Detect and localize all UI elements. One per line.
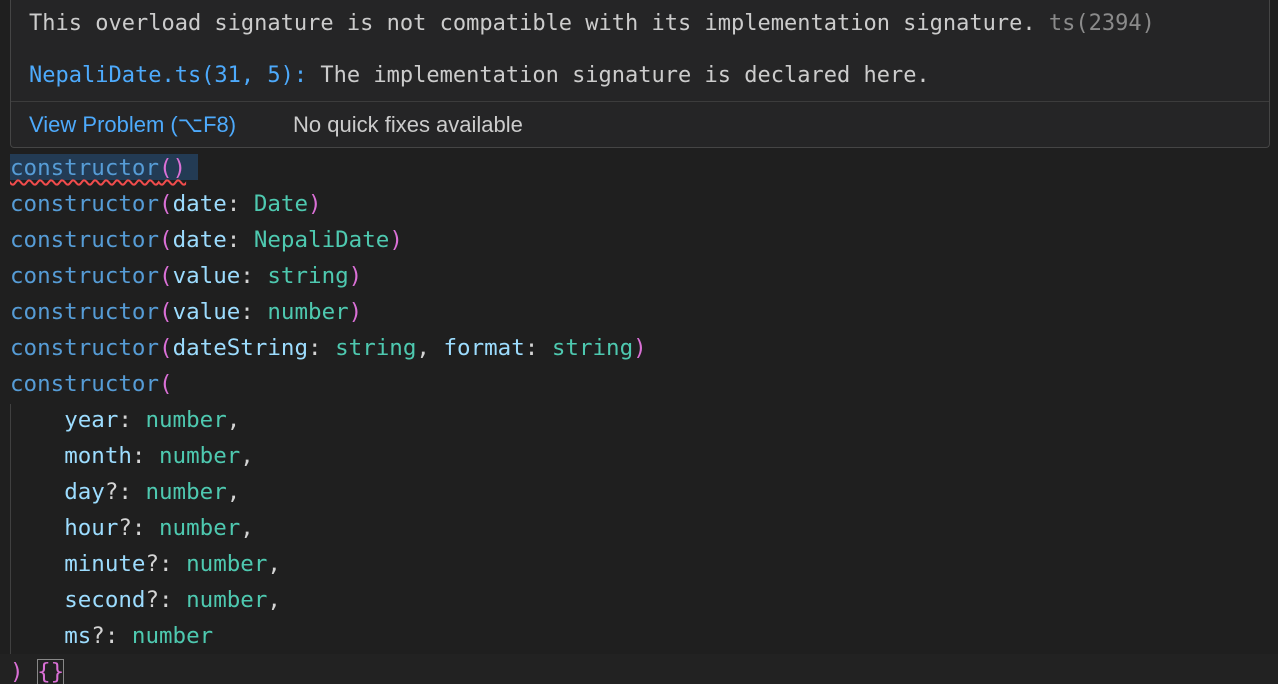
- paren: ): [10, 659, 24, 684]
- param-type: string: [267, 263, 349, 289]
- paren: (: [159, 299, 173, 325]
- code-line[interactable]: constructor(value: string): [10, 258, 362, 294]
- current-line-highlight: [0, 654, 1278, 684]
- code-line[interactable]: ms?: number: [10, 618, 213, 654]
- param-type: number: [186, 587, 268, 613]
- param-name: hour: [64, 515, 119, 541]
- constructor-keyword: constructor: [10, 155, 160, 181]
- constructor-keyword: constructor: [10, 191, 160, 217]
- param-type: NepaliDate: [253, 227, 390, 253]
- param-name: day: [64, 479, 105, 505]
- paren: (: [159, 263, 173, 289]
- constructor-keyword: constructor: [10, 371, 160, 397]
- param-type: number: [267, 299, 349, 325]
- param-type: string: [551, 335, 634, 361]
- param-name: format: [443, 335, 525, 361]
- code-line[interactable]: second?: number,: [10, 582, 281, 618]
- param-name: second: [64, 587, 146, 613]
- param-name: dateString: [172, 335, 309, 361]
- param-type: number: [145, 407, 227, 433]
- view-problem-button[interactable]: View Problem (⌥F8): [29, 102, 236, 148]
- constructor-keyword: constructor: [10, 335, 160, 361]
- no-quick-fixes-label: No quick fixes available: [293, 112, 523, 137]
- hover-status-bar: View Problem (⌥F8) No quick fixes availa…: [11, 101, 1269, 148]
- param-name: month: [64, 443, 132, 469]
- param-name: year: [64, 407, 119, 433]
- related-message: The implementation signature is declared…: [320, 63, 930, 88]
- paren: ): [348, 299, 363, 325]
- param-type: number: [159, 443, 241, 469]
- code-line[interactable]: month: number,: [10, 438, 254, 474]
- paren: ): [348, 263, 363, 289]
- paren: ): [633, 335, 647, 361]
- paren: (: [159, 335, 173, 361]
- param-name: date: [172, 227, 227, 253]
- paren: (: [159, 191, 173, 217]
- param-type: number: [186, 551, 268, 577]
- param-type: string: [335, 335, 417, 361]
- code-line[interactable]: constructor(date: NepaliDate): [10, 222, 403, 258]
- param-type: number: [145, 479, 227, 505]
- code-editor[interactable]: constructor() constructor(date: Date) co…: [0, 148, 1278, 684]
- matched-braces: {}: [37, 659, 65, 684]
- param-name: ms: [64, 623, 92, 649]
- problem-hover-widget: This overload signature is not compatibl…: [10, 0, 1270, 148]
- paren: ): [308, 191, 322, 217]
- constructor-keyword: constructor: [10, 299, 160, 325]
- code-line[interactable]: hour?: number,: [10, 510, 254, 546]
- paren: (): [159, 155, 187, 181]
- param-type: number: [159, 515, 241, 541]
- problem-code: ts(2394): [1048, 11, 1155, 36]
- code-line[interactable]: constructor(): [10, 150, 186, 186]
- param-name: date: [172, 191, 227, 217]
- code-line[interactable]: constructor(dateString: string, format: …: [10, 330, 647, 366]
- param-name: value: [172, 299, 241, 325]
- paren: (: [159, 227, 173, 253]
- paren: ): [389, 227, 403, 253]
- param-type: number: [131, 623, 214, 649]
- problem-message: This overload signature is not compatibl…: [29, 4, 1155, 44]
- code-line[interactable]: minute?: number,: [10, 546, 281, 582]
- code-line[interactable]: year: number,: [10, 402, 240, 438]
- error-squiggle[interactable]: constructor(): [10, 155, 186, 181]
- problem-message-text: This overload signature is not compatibl…: [29, 11, 1036, 36]
- constructor-keyword: constructor: [10, 227, 160, 253]
- code-line[interactable]: constructor(: [10, 366, 173, 402]
- param-type: Date: [253, 191, 309, 217]
- param-name: value: [172, 263, 241, 289]
- constructor-keyword: constructor: [10, 263, 160, 289]
- code-line[interactable]: day?: number,: [10, 474, 240, 510]
- related-location-link[interactable]: NepaliDate.ts(31, 5):: [29, 63, 307, 88]
- code-line[interactable]: ) {}: [10, 654, 65, 684]
- param-name: minute: [64, 551, 146, 577]
- code-line[interactable]: constructor(date: Date): [10, 186, 322, 222]
- paren: (: [159, 371, 173, 397]
- related-information: NepaliDate.ts(31, 5): The implementation…: [29, 56, 930, 96]
- code-line[interactable]: constructor(value: number): [10, 294, 362, 330]
